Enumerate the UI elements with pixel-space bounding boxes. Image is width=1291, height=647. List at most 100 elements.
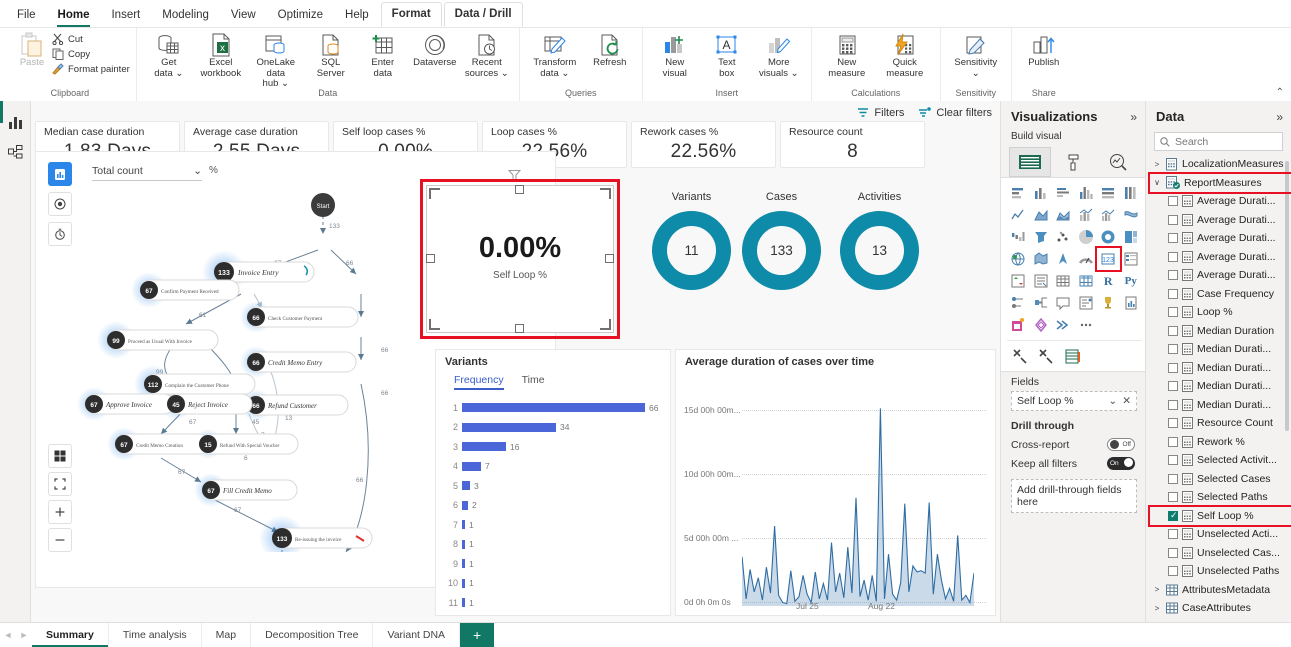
menu-item-help[interactable]: Help bbox=[334, 4, 380, 27]
average-duration-over-time-visual[interactable]: Average duration of cases over time 15d … bbox=[675, 349, 996, 616]
page-tab-variant-dna[interactable]: Variant DNA bbox=[373, 623, 461, 647]
donut-variants[interactable]: Variants 11 bbox=[644, 191, 739, 290]
filled-map-icon[interactable] bbox=[1030, 248, 1053, 270]
measure-checkbox[interactable] bbox=[1168, 270, 1178, 281]
paginated-report-icon[interactable] bbox=[1120, 292, 1143, 314]
measure-checkbox[interactable] bbox=[1168, 547, 1178, 558]
data-table-caseattributes[interactable]: > CaseAttributes bbox=[1150, 599, 1291, 618]
field-chevron-icon[interactable]: ⌄ bbox=[1108, 395, 1117, 407]
donut-chart-icon[interactable] bbox=[1097, 226, 1120, 248]
variant-row[interactable]: 53 bbox=[436, 476, 670, 496]
data-measure-item[interactable]: Selected Cases bbox=[1150, 470, 1291, 489]
report-view-button[interactable] bbox=[0, 107, 31, 137]
sql-server-button[interactable]: SQL Server bbox=[305, 30, 357, 81]
analytics-pane-icon[interactable] bbox=[1062, 345, 1085, 367]
measure-checkbox[interactable] bbox=[1168, 473, 1178, 484]
field-remove-icon[interactable]: ✕ bbox=[1122, 395, 1131, 407]
menu-item-home[interactable]: Home bbox=[47, 4, 101, 27]
ribbon-chart-icon[interactable] bbox=[1120, 204, 1143, 226]
next-page-button[interactable]: ► bbox=[16, 623, 32, 647]
measure-checkbox[interactable] bbox=[1168, 381, 1178, 392]
data-measure-item[interactable]: Median Duration bbox=[1150, 322, 1291, 341]
measure-checkbox[interactable] bbox=[1168, 344, 1178, 355]
clear-filters-button[interactable]: Clear filters bbox=[918, 107, 992, 119]
qa-visual-icon[interactable] bbox=[1052, 292, 1075, 314]
stacked-column-chart-icon[interactable] bbox=[1030, 182, 1053, 204]
data-measure-item[interactable]: Selected Paths bbox=[1150, 488, 1291, 507]
measure-checkbox[interactable] bbox=[1168, 307, 1178, 318]
stacked-area-chart-icon[interactable] bbox=[1052, 204, 1075, 226]
key-influencers-icon[interactable] bbox=[1007, 292, 1030, 314]
funnel-chart-icon[interactable] bbox=[1030, 226, 1053, 248]
prev-page-button[interactable]: ◄ bbox=[0, 623, 16, 647]
100-stacked-bar-chart-icon[interactable] bbox=[1097, 182, 1120, 204]
table-icon[interactable] bbox=[1052, 270, 1075, 292]
power-automate-icon[interactable] bbox=[1052, 314, 1075, 336]
clustered-column-chart-icon[interactable] bbox=[1075, 182, 1098, 204]
measure-checkbox[interactable] bbox=[1168, 455, 1178, 466]
text-box-button[interactable]: A Text box bbox=[701, 30, 753, 81]
chevron-down-icon[interactable]: ∨ bbox=[1152, 178, 1162, 187]
recent-sources-button[interactable]: Recent sources ⌄ bbox=[461, 30, 513, 81]
data-table-reportmeasures[interactable]: ∨ ReportMeasures bbox=[1148, 171, 1291, 194]
measure-checkbox[interactable] bbox=[1168, 399, 1178, 410]
map-icon[interactable] bbox=[1007, 248, 1030, 270]
measure-checkbox[interactable] bbox=[1168, 196, 1178, 207]
model-view-button[interactable] bbox=[0, 137, 31, 167]
metrics-icon[interactable] bbox=[1097, 292, 1120, 314]
data-measure-item[interactable]: Unselected Acti... bbox=[1150, 525, 1291, 544]
azure-map-icon[interactable] bbox=[1030, 314, 1053, 336]
data-measure-item[interactable]: Median Durati... bbox=[1150, 377, 1291, 396]
matrix-icon[interactable] bbox=[1075, 270, 1098, 292]
chevron-right-icon[interactable]: > bbox=[1152, 585, 1162, 594]
transform-data-button[interactable]: Transform data ⌄ bbox=[526, 30, 584, 81]
measure-checkbox[interactable] bbox=[1168, 251, 1178, 262]
decomposition-tree-icon[interactable] bbox=[1030, 292, 1053, 314]
measure-checkbox[interactable] bbox=[1168, 325, 1178, 336]
data-measure-item[interactable]: Loop % bbox=[1150, 303, 1291, 322]
more-options-icon[interactable] bbox=[1075, 314, 1098, 336]
variant-row[interactable]: 1 66 bbox=[436, 398, 670, 418]
resize-handle-tl[interactable] bbox=[429, 188, 440, 199]
clustered-bar-chart-icon[interactable] bbox=[1052, 182, 1075, 204]
page-tab-decomposition-tree[interactable]: Decomposition Tree bbox=[251, 623, 374, 647]
measure-checkbox[interactable] bbox=[1168, 233, 1178, 244]
menu-item-insert[interactable]: Insert bbox=[100, 4, 151, 27]
filters-button[interactable]: Filters bbox=[857, 107, 904, 119]
sensitivity-button[interactable]: Sensitivity ⌄ bbox=[947, 30, 1005, 81]
measure-checkbox[interactable] bbox=[1168, 362, 1178, 373]
line-stacked-column-chart-icon[interactable] bbox=[1075, 204, 1098, 226]
100-stacked-column-chart-icon[interactable] bbox=[1120, 182, 1143, 204]
donut-activities[interactable]: Activities 13 bbox=[832, 191, 927, 290]
resize-handle-top[interactable] bbox=[515, 185, 524, 194]
onelake-data-hub-button[interactable]: OneLake data hub ⌄ bbox=[247, 30, 305, 92]
excel-workbook-button[interactable]: x Excel workbook bbox=[195, 30, 247, 81]
kpi-icon[interactable] bbox=[1007, 270, 1030, 292]
measure-checkbox[interactable] bbox=[1168, 418, 1178, 429]
variant-row[interactable]: 11 1 bbox=[436, 593, 670, 613]
variant-row[interactable]: 2 34 bbox=[436, 418, 670, 438]
enter-data-button[interactable]: Enter data bbox=[357, 30, 409, 81]
data-search-box[interactable]: Search bbox=[1154, 132, 1283, 151]
data-pane-scrollbar[interactable] bbox=[1285, 161, 1289, 431]
publish-button[interactable]: Publish bbox=[1018, 30, 1070, 71]
donut-cases[interactable]: Cases 133 bbox=[734, 191, 829, 290]
quick-measure-button[interactable]: Quick measure bbox=[876, 30, 934, 81]
data-measure-item[interactable]: Resource Count bbox=[1150, 414, 1291, 433]
more-visuals-button[interactable]: More visuals ⌄ bbox=[753, 30, 805, 81]
report-canvas[interactable]: Filters Clear filters Median case durati… bbox=[31, 101, 1000, 622]
smart-narrative-icon[interactable] bbox=[1075, 292, 1098, 314]
new-measure-button[interactable]: New measure bbox=[818, 30, 876, 81]
data-measure-item[interactable]: Average Durati... bbox=[1150, 266, 1291, 285]
data-measure-item[interactable]: Average Durati... bbox=[1150, 248, 1291, 267]
variant-row[interactable]: 10 1 bbox=[436, 574, 670, 594]
analytics-tab[interactable] bbox=[1097, 147, 1139, 177]
chevron-right-icon[interactable]: > bbox=[1152, 160, 1162, 169]
resize-handle-bottom[interactable] bbox=[515, 324, 524, 333]
self-loop-card-visual[interactable]: 0.00% Self Loop % bbox=[426, 185, 614, 333]
copy-button[interactable]: Copy bbox=[52, 48, 130, 60]
data-measure-item[interactable]: Unselected Paths bbox=[1150, 562, 1291, 581]
variant-row[interactable]: 81 bbox=[436, 535, 670, 555]
area-chart-icon[interactable] bbox=[1030, 204, 1053, 226]
page-tab-time-analysis[interactable]: Time analysis bbox=[109, 623, 202, 647]
